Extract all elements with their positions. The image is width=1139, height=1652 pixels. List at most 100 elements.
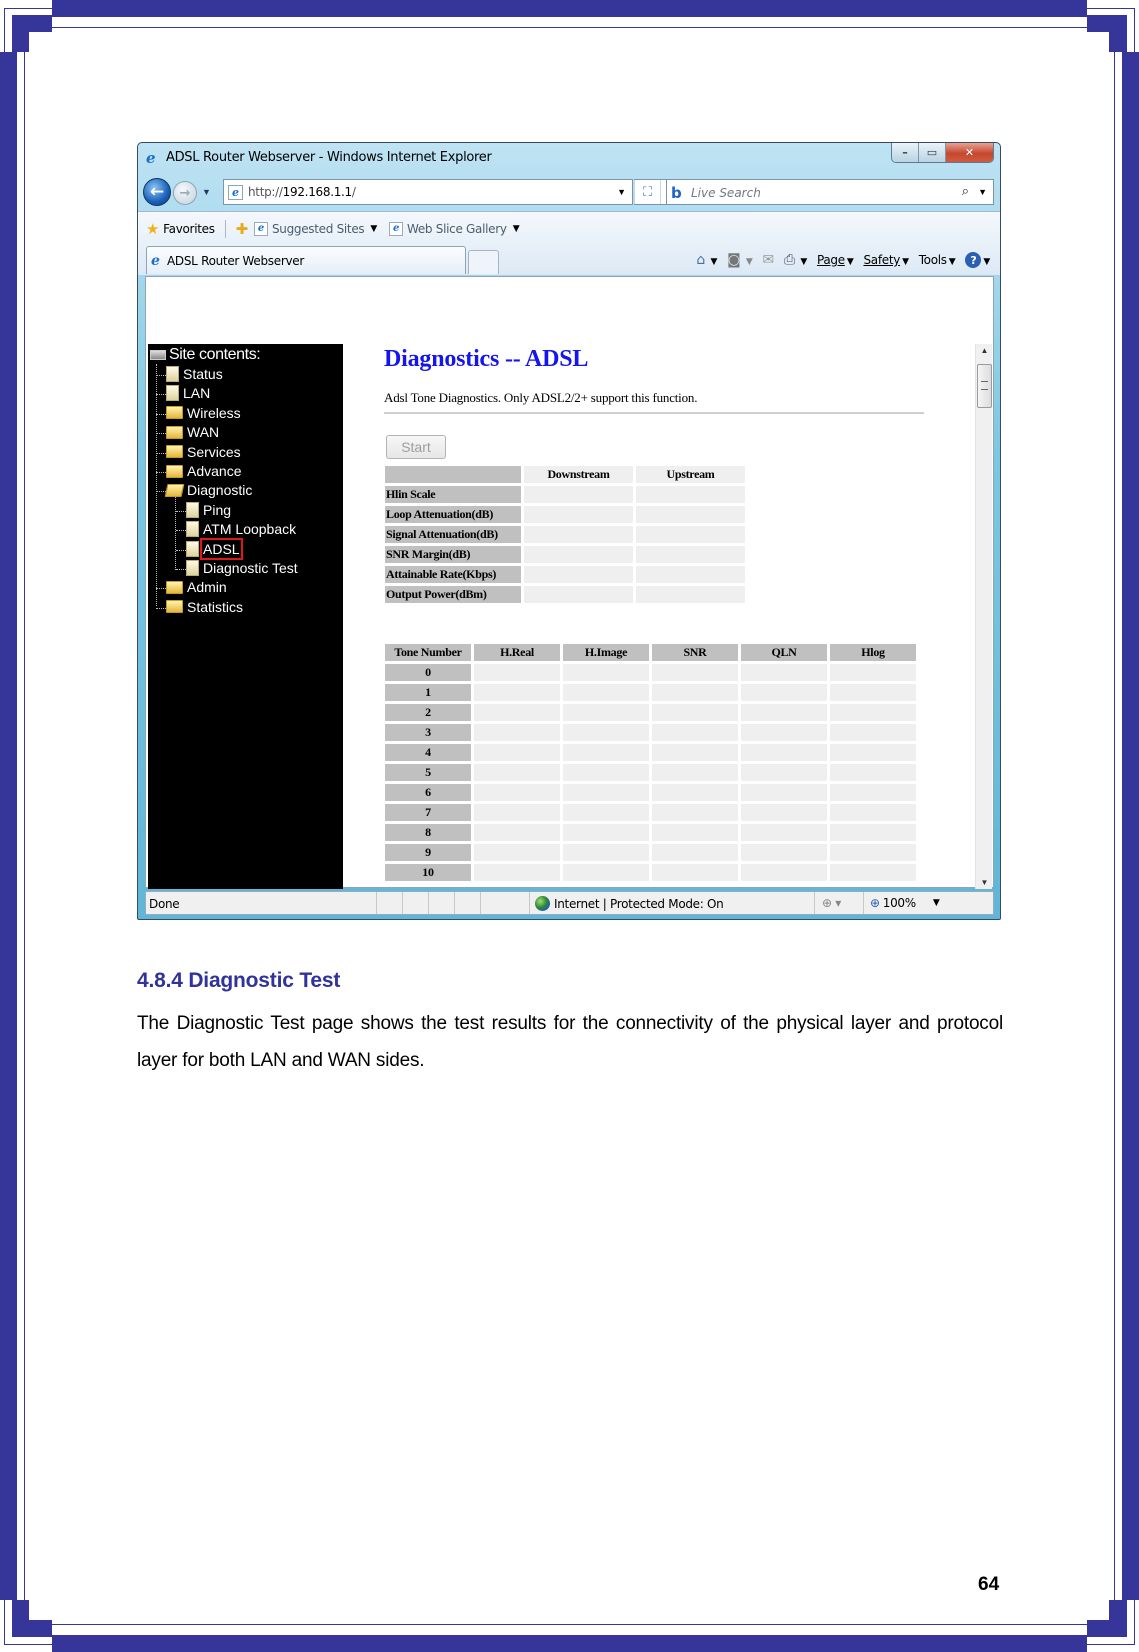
sidebar-item-advance[interactable]: Advance [156,463,241,479]
tone-row: 8 [385,824,916,841]
security-zone[interactable]: Internet | Protected Mode: On [535,896,724,911]
sidebar-item-statistics[interactable]: Statistics [156,599,243,615]
suggested-sites-link[interactable]: e Suggested Sites ▼ [253,222,377,236]
tone-value-cell [741,784,827,801]
back-button[interactable]: ← [143,178,171,206]
frame-left-line [24,52,25,1600]
address-url[interactable]: http://192.168.1.1/ [248,185,356,199]
tone-value-cell [474,664,560,681]
sidebar-item-ping[interactable]: Ping [176,501,231,518]
add-to-favorites-icon[interactable]: ✚ [236,220,249,238]
chevron-down-icon: ▼ [932,898,940,908]
folder-icon [166,580,183,594]
search-options-dropdown[interactable]: ▼ [978,187,987,197]
tone-value-cell [563,764,649,781]
section-paragraph: The Diagnostic Test page shows the test … [137,1013,1003,1071]
status-divider [529,892,530,914]
sidebar-item-diagnostic[interactable]: Diagnostic [156,482,253,499]
sidebar-item-admin[interactable]: Admin [156,579,227,596]
page-menu[interactable]: Page ▼ [817,253,854,267]
tree-line [176,510,186,512]
frame-top-bar [52,0,1087,17]
address-dropdown-icon[interactable]: ▼ [617,187,626,197]
maximize-button[interactable]: ▭ [919,143,946,162]
tone-value-cell [563,844,649,861]
column-header-tone-number: Tone Number [385,644,471,661]
protected-mode-icon[interactable]: ⊕ ▾ [822,896,841,910]
frame-corner-tl2 [12,15,29,52]
start-button[interactable]: Start [386,435,446,459]
sidebar-item-lan[interactable]: LAN [156,385,210,402]
browser-tab[interactable]: e ADSL Router Webserver [146,246,466,274]
document-icon [186,560,199,576]
close-button[interactable]: ✕ [946,143,993,162]
help-menu[interactable]: ? ▼ [965,252,990,268]
search-box[interactable]: b Live Search ⌕ ▼ [666,179,994,205]
sidebar-item-wireless[interactable]: Wireless [156,405,241,421]
sidebar-item-adsl[interactable]: ADSL [176,537,243,560]
folder-icon [166,406,183,420]
forward-button[interactable]: → [173,181,197,205]
tone-value-cell [563,804,649,821]
tone-value-cell [474,824,560,841]
sidebar-item-label: WAN [187,424,220,441]
new-tab-button[interactable] [468,250,499,274]
zoom-level[interactable]: ⊕ 100% ▼ [870,896,940,910]
tone-value-cell [652,864,738,881]
sidebar-item-label: Admin [187,579,227,596]
page-number: 64 [978,1574,1000,1595]
column-header-hlog: Hlog [830,644,916,661]
sidebar-item-label: ADSL [200,537,243,560]
tree-line [156,375,166,376]
scroll-down-icon[interactable]: ▼ [976,878,993,887]
tone-value-cell [830,824,916,841]
sidebar-item-label: Diagnostic [187,482,253,499]
sidebar-item-services[interactable]: Services [156,444,241,460]
sidebar-item-status[interactable]: Status [156,366,223,382]
feeds-button[interactable]: ◙ ▼ [727,252,753,268]
home-button[interactable]: ⌂ ▼ [696,252,717,268]
sidebar-item-wan[interactable]: WAN [156,424,220,441]
tone-value-cell [563,724,649,741]
document-icon [166,385,179,402]
tree-root: Site contents: [150,346,261,364]
print-button[interactable]: ⎙ ▼ [784,252,807,268]
grip-icon [981,381,988,390]
folder-icon [166,600,183,614]
status-divider [814,892,815,914]
address-bar[interactable]: e http://192.168.1.1/ ▼ [223,179,633,205]
scrollbar-thumb[interactable] [977,364,992,408]
tone-value-cell [830,784,916,801]
tone-row: 4 [385,744,916,761]
read-mail-button[interactable]: ✉ [762,252,775,268]
tone-value-cell [563,684,649,701]
scroll-up-icon[interactable]: ▲ [976,346,993,355]
tone-value-cell [830,684,916,701]
site-contents-icon [150,350,166,360]
tone-number: 8 [385,824,471,841]
downstream-value [524,526,633,543]
tone-number: 4 [385,744,471,761]
sidebar-item-atm-loopback[interactable]: ATM Loopback [176,521,296,538]
column-header-qln: QLN [741,644,827,661]
mail-icon: ✉ [762,252,775,268]
search-icon[interactable]: ⌕ [962,184,969,199]
minimize-button[interactable]: – [892,143,919,162]
tree-line [156,472,166,473]
search-input[interactable]: Live Search [691,186,761,200]
recent-pages-dropdown[interactable]: ▼ [202,187,211,197]
compatibility-view-button[interactable]: ⛶ [634,180,660,204]
downstream-value [524,566,633,583]
tree-line [175,494,176,570]
sidebar-item-diagnostic-test[interactable]: Diagnostic Test [176,560,298,576]
tone-value-cell [652,664,738,681]
web-slice-gallery-link[interactable]: e Web Slice Gallery ▼ [388,222,520,236]
favorites-button[interactable]: ★ Favorites [146,220,215,238]
safety-menu[interactable]: Safety ▼ [863,253,909,267]
summary-row: SNR Margin(dB) [385,546,745,563]
tone-number: 6 [385,784,471,801]
vertical-scrollbar[interactable]: ▲ ▼ [975,344,992,889]
tree-line [156,433,166,435]
tools-menu[interactable]: Tools ▼ [919,253,956,267]
tone-value-cell [474,724,560,741]
